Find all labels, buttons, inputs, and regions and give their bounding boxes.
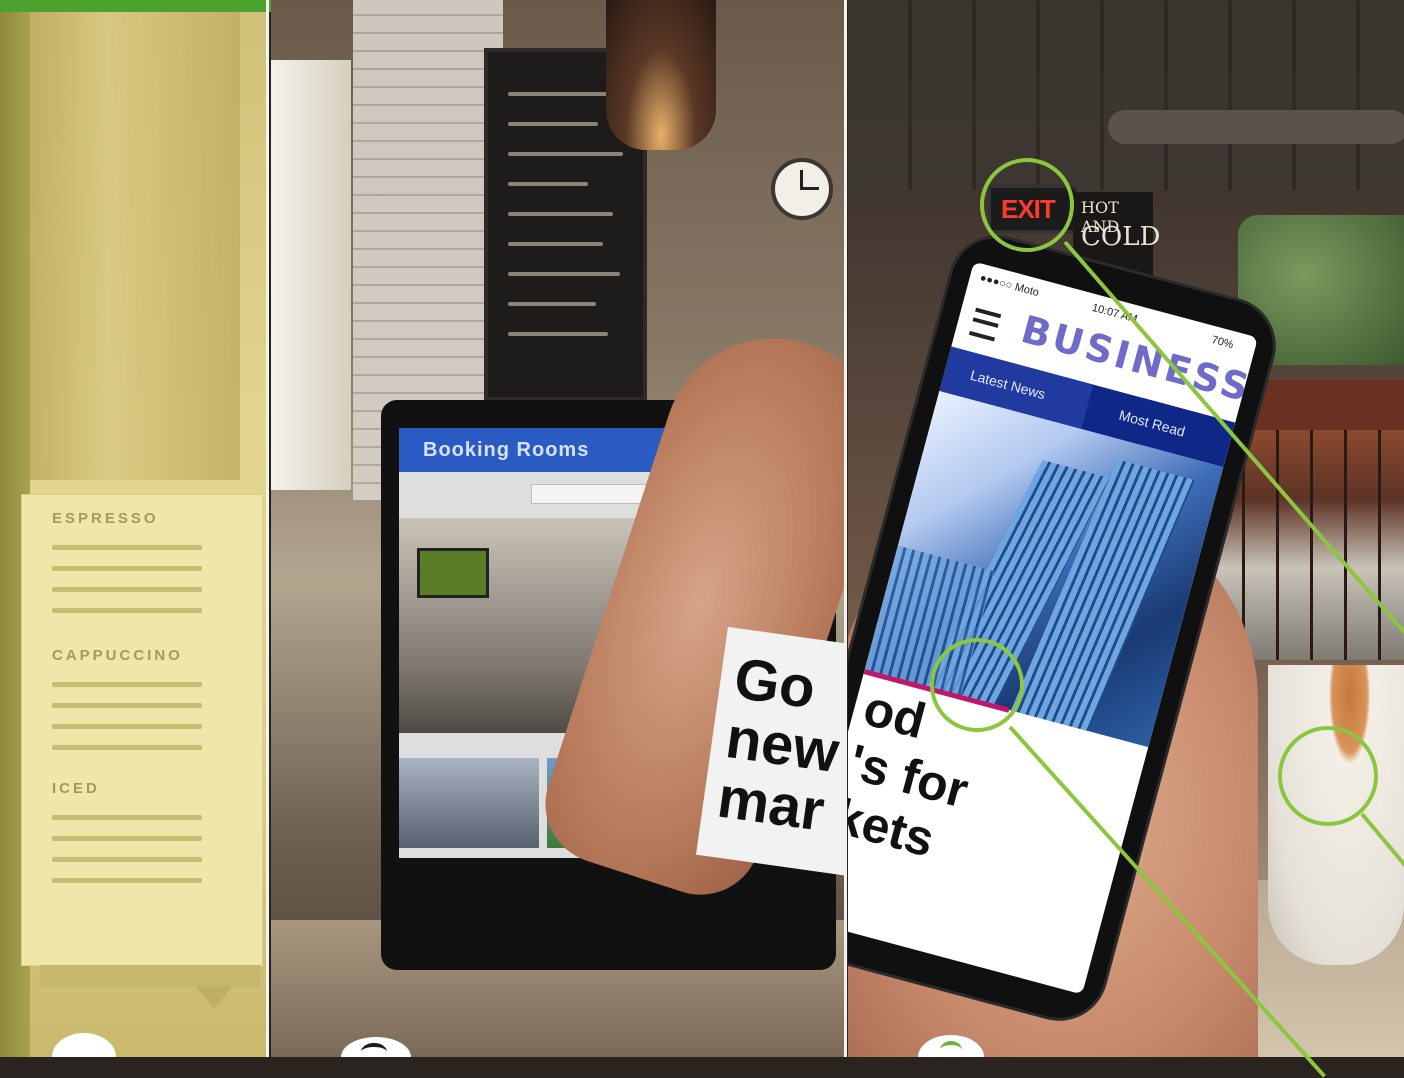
menu-section-title: ICED [52, 780, 100, 797]
menu-item [52, 815, 202, 820]
stand-arrow [196, 987, 232, 1009]
menu-item [52, 878, 202, 883]
window-blinds [271, 60, 351, 490]
room-thumbnail[interactable] [399, 758, 539, 848]
menu-item [52, 545, 202, 550]
wall-clock-icon [771, 158, 833, 220]
menu-item [52, 724, 202, 729]
menu-section-title: CAPPUCCINO [52, 647, 183, 664]
tab-label: Most Read [1117, 406, 1187, 440]
menu-section-title: ESPRESSO [52, 510, 159, 527]
tab-label: Latest News [968, 366, 1048, 403]
bottom-tab-icon [52, 1033, 116, 1057]
hamburger-menu-icon[interactable] [968, 307, 1002, 342]
menu-item [52, 682, 202, 687]
callout-ring [980, 158, 1074, 252]
menu-item [52, 745, 202, 750]
panel-divider [266, 0, 269, 1057]
pendant-lamp [606, 0, 716, 150]
callout-ring [1278, 726, 1378, 826]
menu-item [52, 608, 202, 613]
panel-divider [844, 0, 847, 1057]
menu-item [52, 566, 202, 571]
ceiling [848, 0, 1404, 190]
left-panel: ESPRESSO CAPPUCCINO ICED [0, 0, 266, 1057]
card-text: mar [713, 764, 829, 844]
tab-most-read[interactable]: Most Read [1117, 407, 1187, 440]
sign-line: COLD [1081, 222, 1161, 252]
ceiling-pipe [1108, 110, 1404, 144]
blurred-wall [20, 0, 240, 480]
laptop-title: Booking Rooms [423, 439, 590, 461]
battery-label: 70% [1210, 333, 1235, 352]
carrier-label: ●●●○○ Moto [978, 271, 1041, 300]
middle-panel: Booking Rooms Go new mar [271, 0, 844, 1057]
menu-stand [40, 965, 260, 987]
callout-ring [930, 638, 1024, 732]
menu-item [52, 587, 202, 592]
menu-item [52, 836, 202, 841]
right-panel: EXIT HOT AND COLD ●●●○○ Moto 10:07 AM 70… [848, 0, 1404, 1057]
menu-item [52, 857, 202, 862]
menu-item [52, 703, 202, 708]
